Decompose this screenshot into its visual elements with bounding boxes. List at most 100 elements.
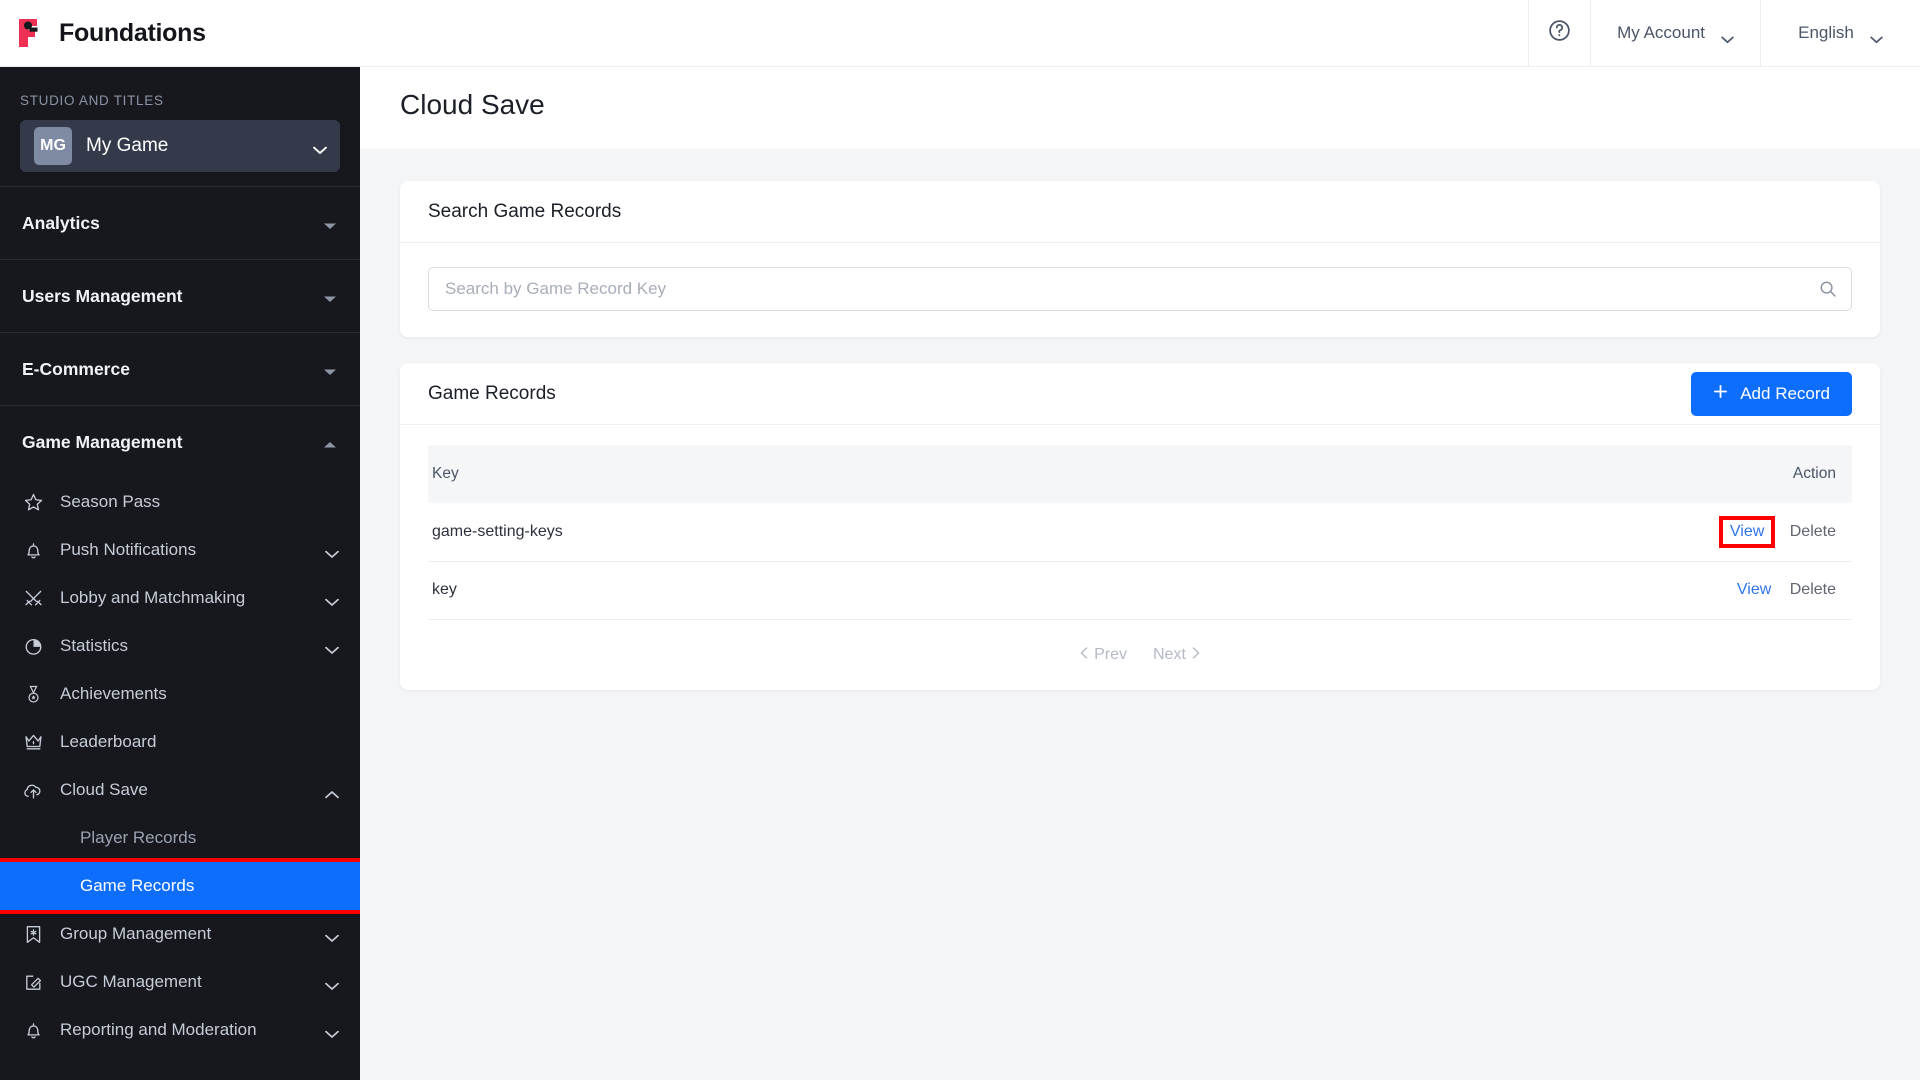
sidebar-item-push-notifications[interactable]: Push Notifications: [0, 526, 360, 574]
cell-action: View Delete: [1144, 561, 1852, 620]
chevron-down-icon: [325, 978, 339, 990]
search-field: [428, 267, 1852, 311]
foundations-logo-icon: [16, 18, 46, 48]
chevron-up-icon: [325, 786, 339, 799]
search-icon[interactable]: [1819, 280, 1837, 298]
search-card-body: [400, 243, 1880, 337]
plus-icon: [1713, 384, 1728, 404]
medal-icon: [22, 683, 44, 705]
sidebar-item-label: Leaderboard: [60, 732, 157, 751]
account-menu[interactable]: My Account: [1590, 0, 1760, 67]
add-record-label: Add Record: [1740, 383, 1830, 403]
sidebar-item-achievements[interactable]: Achievements: [0, 670, 360, 718]
app-root: Foundations My Account English STUDIO AN…: [0, 0, 1920, 1080]
search-card-header: Search Game Records: [400, 181, 1880, 243]
sidebar-section-e-commerce[interactable]: E-Commerce: [0, 332, 360, 405]
view-link[interactable]: View: [1737, 581, 1771, 598]
sidebar-section-analytics[interactable]: Analytics: [0, 186, 360, 259]
studio-section-label: STUDIO AND TITLES: [20, 93, 164, 108]
chevron-down-icon: [325, 1026, 339, 1038]
studio-name: My Game: [86, 135, 169, 156]
help-button[interactable]: [1528, 0, 1590, 67]
column-header-action: Action: [1144, 445, 1852, 503]
sidebar-item-ugc-management[interactable]: UGC Management: [0, 958, 360, 1006]
game-records-card-title: Game Records: [428, 382, 556, 404]
sidebar: STUDIO AND TITLES MG My Game Analytics U…: [0, 67, 360, 1080]
sidebar-section-label: Users Management: [22, 285, 183, 306]
table-body: game-setting-keys View Delete key View D…: [428, 503, 1852, 620]
top-header: Foundations My Account English: [0, 0, 1920, 67]
sidebar-item-label: Group Management: [60, 924, 212, 943]
sidebar-item-label: Season Pass: [60, 492, 161, 511]
cell-key: game-setting-keys: [428, 503, 1145, 562]
pagination: Prev Next: [400, 620, 1880, 690]
bell-icon: [22, 539, 44, 561]
records-table-wrap: Key Action game-setting-keys View Delete…: [400, 425, 1880, 620]
chevron-right-icon: [1192, 646, 1200, 664]
content-area: Search Game Records Search by Game Recor…: [360, 149, 1920, 1080]
sidebar-item-player-records[interactable]: Player Records: [0, 814, 360, 862]
star-icon: [22, 491, 44, 513]
cloud-upload-icon: [22, 779, 44, 801]
sidebar-item-label: Reporting and Moderation: [60, 1020, 257, 1039]
search-input[interactable]: [428, 267, 1852, 311]
chevron-down-icon: [313, 142, 327, 154]
caret-up-icon: [322, 437, 338, 448]
sidebar-item-lobby-and-matchmaking[interactable]: Lobby and Matchmaking: [0, 574, 360, 622]
edit-square-icon: [22, 971, 44, 993]
caret-down-icon: [322, 364, 338, 375]
table-header-row: Key Action: [428, 445, 1852, 503]
sidebar-item-statistics[interactable]: Statistics: [0, 622, 360, 670]
bell-icon: [22, 1019, 44, 1041]
game-records-card: Game Records Add Record Key Action game-…: [400, 363, 1880, 690]
sidebar-item-leaderboard[interactable]: Leaderboard: [0, 718, 360, 766]
sidebar-item-cloud-save[interactable]: Cloud Save: [0, 766, 360, 814]
view-link[interactable]: View: [1730, 523, 1764, 540]
chevron-down-icon: [1870, 29, 1883, 44]
studio-block: STUDIO AND TITLES MG My Game: [0, 67, 360, 186]
chevron-down-icon: [325, 546, 339, 558]
sidebar-section-label: Game Management: [22, 431, 183, 452]
brand[interactable]: Foundations: [0, 18, 360, 48]
crown-icon: [22, 731, 44, 753]
table-head: Key Action: [428, 445, 1852, 503]
sidebar-item-reporting-and-moderation[interactable]: Reporting and Moderation: [0, 1006, 360, 1054]
sidebar-section-users-management[interactable]: Users Management: [0, 259, 360, 332]
chevron-down-icon: [325, 594, 339, 606]
cell-action: View Delete: [1144, 503, 1852, 562]
sidebar-section-label: Analytics: [22, 212, 100, 233]
sidebar-section-game-management[interactable]: Game Management: [0, 405, 360, 478]
sidebar-subitem-label: Game Records: [80, 876, 195, 895]
banner-flag-icon: [22, 923, 44, 945]
delete-link[interactable]: Delete: [1790, 581, 1836, 598]
cell-key: key: [428, 561, 1145, 620]
caret-down-icon: [322, 218, 338, 229]
sidebar-item-label: Cloud Save: [60, 780, 148, 799]
page-header: Cloud Save: [360, 67, 1920, 149]
chevron-left-icon: [1080, 646, 1088, 664]
crossed-swords-icon: [22, 587, 44, 609]
next-page-button[interactable]: Next: [1153, 646, 1200, 664]
brand-name: Foundations: [59, 18, 206, 47]
sidebar-item-season-pass[interactable]: Season Pass: [0, 478, 360, 526]
main-content: Cloud Save Search Game Records Search by…: [360, 67, 1920, 1080]
table-row: key View Delete: [428, 561, 1852, 620]
sidebar-item-label: Statistics: [60, 636, 129, 655]
chevron-down-icon: [325, 642, 339, 654]
sidebar-item-label: Push Notifications: [60, 540, 197, 559]
delete-link[interactable]: Delete: [1790, 523, 1836, 540]
sidebar-item-game-records[interactable]: Game Records: [0, 862, 360, 910]
game-records-card-header: Game Records Add Record: [400, 363, 1880, 425]
prev-page-button[interactable]: Prev: [1080, 646, 1127, 664]
prev-page-label: Prev: [1094, 645, 1127, 663]
pie-chart-icon: [22, 635, 44, 657]
add-record-button[interactable]: Add Record: [1691, 371, 1852, 416]
sidebar-item-label: Achievements: [60, 684, 167, 703]
chevron-down-icon: [1721, 29, 1734, 44]
language-menu[interactable]: English: [1760, 0, 1920, 67]
sidebar-item-label: UGC Management: [60, 972, 202, 991]
caret-down-icon: [322, 291, 338, 302]
help-circle-icon: [1547, 18, 1572, 48]
studio-selector[interactable]: MG My Game: [20, 120, 340, 172]
sidebar-item-group-management[interactable]: Group Management: [0, 910, 360, 958]
